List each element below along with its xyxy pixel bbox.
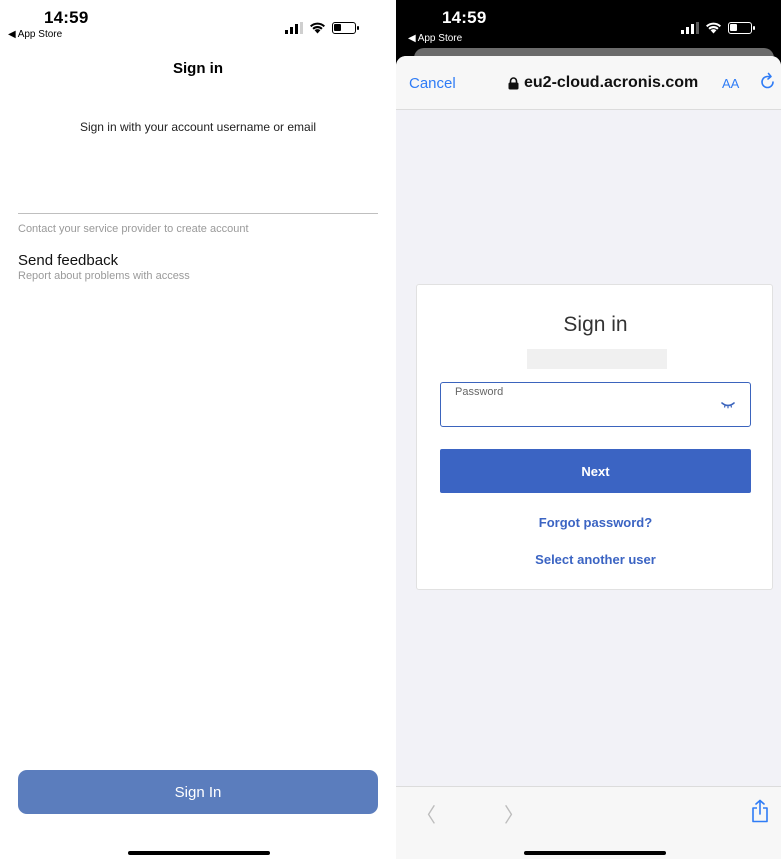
- status-time: 14:59: [442, 8, 487, 27]
- send-feedback-title: Send feedback: [18, 252, 119, 269]
- username-email-input[interactable]: [18, 160, 378, 214]
- page-title: Sign in: [173, 60, 223, 77]
- browser-nav-bar: Cancel eu2-cloud.acronis.com AA: [396, 56, 781, 110]
- share-icon[interactable]: [751, 799, 769, 823]
- send-feedback-item[interactable]: Send feedback Report about problems with…: [18, 252, 378, 282]
- cellular-signal-icon: [681, 21, 699, 34]
- back-to-app-store[interactable]: ◀ App Store: [8, 29, 62, 40]
- back-to-app-store-label: App Store: [17, 29, 63, 40]
- cancel-button[interactable]: Cancel: [409, 75, 456, 92]
- lock-icon: [508, 76, 519, 89]
- password-label: Password: [455, 386, 504, 398]
- status-icons: [681, 21, 755, 34]
- back-to-app-store[interactable]: ◀ App Store: [408, 33, 462, 44]
- home-indicator[interactable]: [524, 851, 666, 855]
- next-button[interactable]: Next: [440, 449, 751, 493]
- status-icons: [285, 21, 359, 34]
- select-another-user-link[interactable]: Select another user: [417, 552, 774, 567]
- app-sign-in-screen: 14:59 ◀ App Store Sign in Sign in with y…: [0, 0, 396, 859]
- sign-in-card: Sign in Password Next Forgot password? S…: [416, 284, 773, 590]
- back-triangle-icon: ◀: [408, 33, 416, 44]
- eye-closed-icon[interactable]: [721, 401, 735, 409]
- back-triangle-icon: ◀: [8, 29, 16, 40]
- chevron-right-icon[interactable]: 〉: [504, 799, 524, 828]
- chevron-left-icon[interactable]: 〈: [416, 799, 436, 828]
- card-title: Sign in: [563, 313, 628, 336]
- sign-in-button[interactable]: Sign In: [18, 770, 378, 814]
- text-size-button[interactable]: AA: [722, 76, 739, 91]
- forgot-password-link[interactable]: Forgot password?: [417, 515, 774, 530]
- browser-sign-in-screen: 14:59 ◀ App Store Cancel eu2-cloud.acron…: [396, 0, 781, 859]
- status-time: 14:59: [44, 8, 89, 27]
- password-field[interactable]: Password: [440, 382, 751, 427]
- back-to-app-store-label: App Store: [417, 33, 463, 44]
- wifi-icon: [706, 22, 721, 34]
- browser-toolbar: 〈 〉: [396, 786, 781, 859]
- cellular-signal-icon: [285, 21, 303, 34]
- url-text: eu2-cloud.acronis.com: [524, 74, 699, 91]
- contact-provider-text: Contact your service provider to create …: [18, 223, 249, 235]
- wifi-icon: [310, 22, 325, 34]
- url-bar[interactable]: eu2-cloud.acronis.com: [508, 74, 698, 92]
- home-indicator[interactable]: [128, 851, 270, 855]
- username-placeholder: [527, 349, 667, 369]
- page-subtitle: Sign in with your account username or em…: [79, 120, 317, 134]
- send-feedback-subtitle: Report about problems with access: [18, 270, 190, 282]
- battery-icon: [332, 21, 359, 34]
- browser-sheet: Cancel eu2-cloud.acronis.com AA Sign in …: [396, 56, 781, 859]
- battery-icon: [728, 21, 755, 34]
- reload-icon[interactable]: [760, 72, 776, 90]
